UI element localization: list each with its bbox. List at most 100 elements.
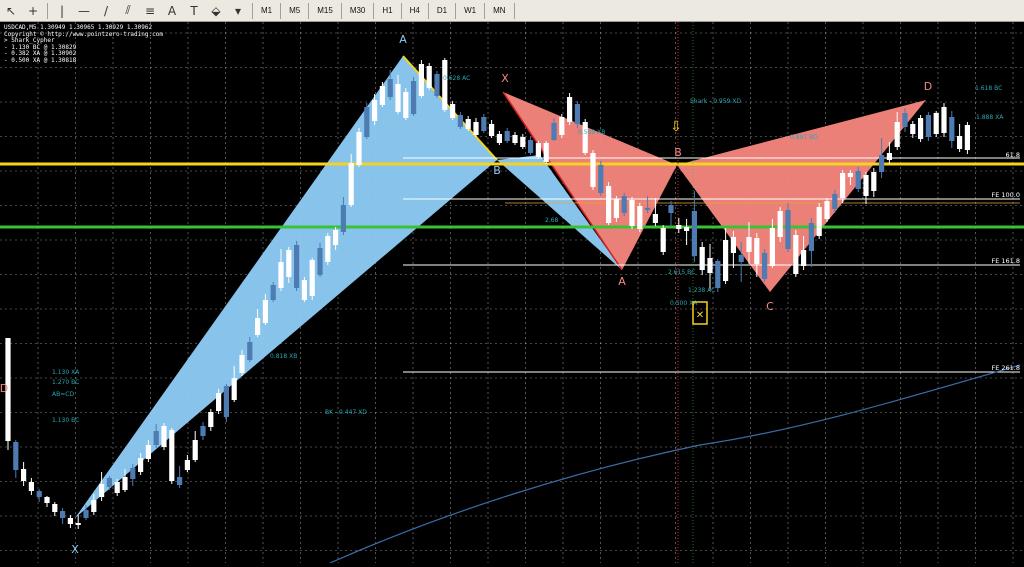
candle-body bbox=[606, 186, 612, 223]
price-chart[interactable]: A B X X A B C D D 0.628 AC Shark - 0.959 XD 0.599 X… bbox=[0, 22, 1024, 564]
candle-body bbox=[769, 228, 775, 266]
label-point-x-bear: X bbox=[501, 72, 509, 85]
candle-body bbox=[902, 113, 908, 127]
candle-body bbox=[28, 482, 34, 491]
toolbar-separator bbox=[340, 2, 342, 19]
candle-body bbox=[91, 500, 97, 512]
candle-body bbox=[528, 140, 534, 153]
label-point-d-bear: D bbox=[924, 80, 932, 93]
ratio-label-268: 2.68 bbox=[545, 217, 559, 224]
candle-body bbox=[426, 66, 432, 88]
timeframe-button-m1[interactable]: M1 bbox=[256, 2, 277, 20]
candle-body bbox=[161, 426, 167, 447]
trendline-icon[interactable]: / bbox=[97, 2, 115, 20]
candle-body bbox=[691, 211, 697, 256]
candle-body bbox=[356, 132, 362, 165]
toolbar-separator bbox=[47, 2, 48, 19]
candle-body bbox=[52, 504, 58, 512]
timeframe-button-d1[interactable]: D1 bbox=[432, 2, 452, 20]
candle-body bbox=[379, 86, 385, 105]
toolbar: ↖ + | — / ⫽ ≡ A T ⬙ ▾ M1 M5 M15 M30 H1 H4 D1 W1 MN bbox=[0, 0, 1024, 22]
bullish-xab-triangle bbox=[75, 56, 497, 518]
candle-body bbox=[75, 523, 81, 525]
vertical-line-icon[interactable]: | bbox=[53, 2, 71, 20]
ratio-label-bc-113: 1.130 BC bbox=[52, 417, 79, 424]
candle-body bbox=[637, 206, 643, 229]
candle-body bbox=[785, 210, 791, 249]
cursor-icon[interactable]: ↖ bbox=[2, 2, 20, 20]
candle-body bbox=[847, 173, 853, 177]
toolbar-separator bbox=[280, 2, 282, 19]
horizontal-line-icon[interactable]: — bbox=[75, 2, 93, 20]
candle-body bbox=[177, 477, 183, 485]
candle-body bbox=[567, 97, 573, 122]
label-point-a-bull: A bbox=[399, 33, 407, 46]
text-label-icon[interactable]: T bbox=[185, 2, 203, 20]
timeframe-button-mn[interactable]: MN bbox=[488, 2, 510, 20]
candle-body bbox=[21, 469, 27, 481]
candle-body bbox=[208, 412, 214, 427]
candle-body bbox=[925, 115, 931, 137]
candle-body bbox=[153, 431, 159, 445]
candle-body bbox=[964, 125, 970, 150]
candle-body bbox=[613, 199, 619, 218]
candle-body bbox=[598, 165, 604, 193]
candle-body bbox=[590, 153, 596, 187]
candle-body bbox=[262, 300, 268, 323]
toolbar-separator bbox=[308, 2, 310, 19]
candle-body bbox=[184, 460, 190, 470]
candle-body bbox=[840, 173, 846, 198]
fibonacci-icon[interactable]: ≡ bbox=[141, 2, 159, 20]
label-point-b-bear: B bbox=[674, 146, 682, 159]
label-point-c-bear: C bbox=[766, 300, 774, 313]
candle-body bbox=[910, 124, 916, 134]
timeframe-button-w1[interactable]: W1 bbox=[459, 2, 481, 20]
toolbar-separator bbox=[455, 2, 457, 19]
candle-body bbox=[512, 135, 518, 143]
candle-body bbox=[434, 74, 440, 96]
candle-body bbox=[278, 262, 284, 288]
candle-body bbox=[699, 247, 705, 270]
ratio-label-abcd: AB=CD bbox=[52, 391, 74, 398]
ratio-label-ac: 0.628 AC bbox=[443, 75, 470, 82]
candle-body bbox=[730, 237, 736, 253]
candle-body bbox=[67, 518, 73, 524]
candle-body bbox=[496, 134, 502, 143]
crosshair-icon[interactable]: + bbox=[24, 2, 42, 20]
chart-canvas[interactable]: A B X X A B C D D 0.628 AC Shark - 0.959 XD 0.599 X… bbox=[0, 22, 1024, 564]
candle-body bbox=[707, 258, 713, 273]
ratio-label-bd: 0.897 BD bbox=[790, 134, 818, 141]
timeframe-button-h1[interactable]: H1 bbox=[377, 2, 397, 20]
candle-body bbox=[886, 153, 892, 160]
candle-body bbox=[621, 196, 627, 213]
candle-body bbox=[395, 84, 401, 112]
channel-icon[interactable]: ⫽ bbox=[119, 2, 137, 20]
ratio-label-shark: Shark - 0.959 XD bbox=[690, 98, 741, 105]
candle-body bbox=[832, 194, 838, 209]
toolbar-separator bbox=[373, 2, 375, 19]
candle-body bbox=[99, 484, 105, 497]
label-point-a-bear: A bbox=[618, 275, 626, 288]
fe-label-2618: FE 261.8 bbox=[991, 364, 1020, 372]
fe-label-100: FE 100.0 bbox=[991, 191, 1020, 199]
candle-body bbox=[44, 497, 50, 503]
arrow-dropdown-icon[interactable]: ▾ bbox=[229, 2, 247, 20]
candle-body bbox=[746, 237, 752, 252]
timeframe-button-m30[interactable]: M30 bbox=[345, 2, 371, 20]
timeframe-button-h4[interactable]: H4 bbox=[405, 2, 425, 20]
text-icon[interactable]: A bbox=[163, 2, 181, 20]
candle-body bbox=[754, 238, 760, 264]
candle-body bbox=[808, 223, 814, 251]
candle-body bbox=[465, 119, 471, 129]
candle-body bbox=[114, 482, 120, 493]
candle-body bbox=[317, 248, 323, 275]
candle-body bbox=[348, 163, 354, 205]
target-x-icon: ✕ bbox=[696, 310, 704, 321]
candle-body bbox=[504, 131, 510, 141]
toolbar-separator bbox=[513, 2, 515, 19]
shapes-icon[interactable]: ⬙ bbox=[207, 2, 225, 20]
timeframe-button-m5[interactable]: M5 bbox=[284, 2, 305, 20]
timeframe-button-m15[interactable]: M15 bbox=[312, 2, 338, 20]
candle-body bbox=[325, 236, 331, 262]
candle-body bbox=[130, 468, 136, 479]
